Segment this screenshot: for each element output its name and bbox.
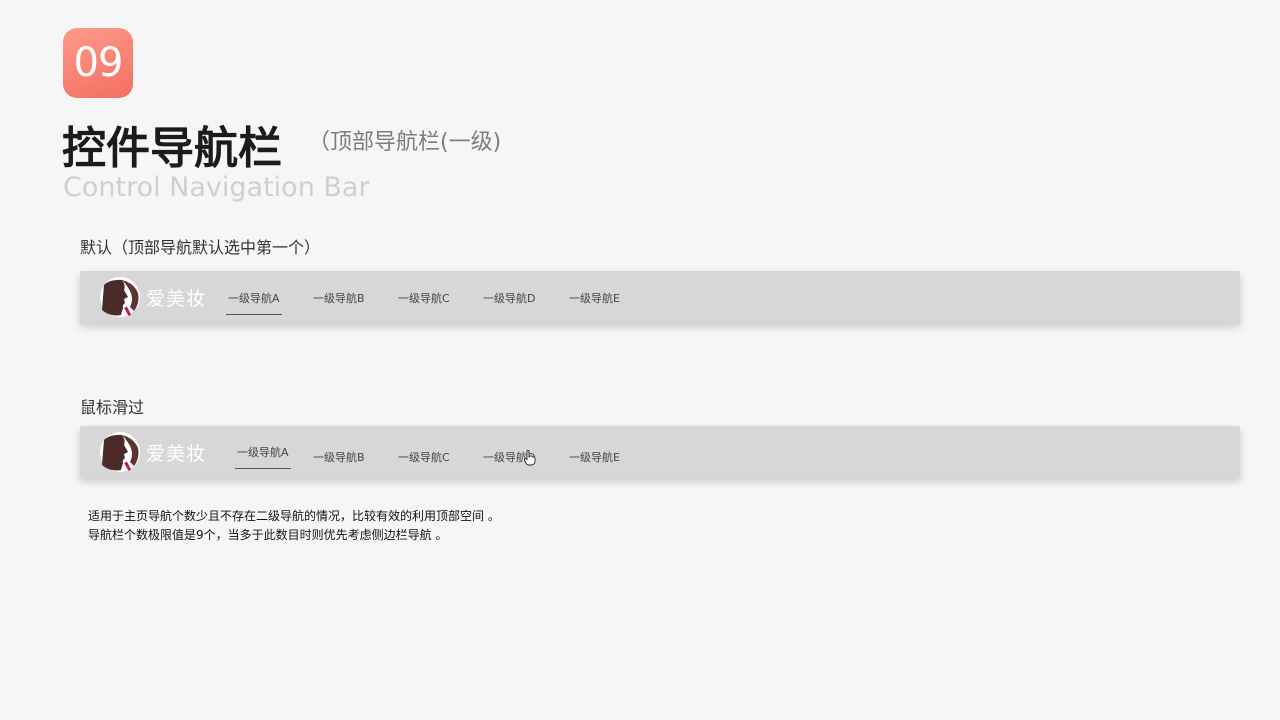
nav-item-a[interactable]: 一级导航A xyxy=(235,444,291,469)
nav-item-e[interactable]: 一级导航E xyxy=(569,290,620,306)
nav-item-a[interactable]: 一级导航A xyxy=(226,290,282,315)
nav-item-c[interactable]: 一级导航C xyxy=(398,290,450,306)
nav-item-b[interactable]: 一级导航B xyxy=(313,290,365,306)
hand-pointer-icon xyxy=(524,450,536,466)
top-navbar-hover: 爱美妆 一级导航A 一级导航B 一级导航C 一级导航D 一级导航E xyxy=(80,426,1240,478)
nav-item-b[interactable]: 一级导航B xyxy=(313,449,365,465)
page-title-english: Control Navigation Bar xyxy=(63,172,370,203)
brand-name: 爱美妆 xyxy=(146,288,207,310)
brand-name: 爱美妆 xyxy=(146,443,207,465)
nav-item-c[interactable]: 一级导航C xyxy=(398,449,450,465)
section-number-badge: 09 xyxy=(63,28,133,98)
section-label-hover: 鼠标滑过 xyxy=(80,398,145,417)
nav-item-d[interactable]: 一级导航D xyxy=(483,290,535,306)
section-label-default: 默认（顶部导航默认选中第一个） xyxy=(80,238,321,257)
woman-profile-lipstick-icon[interactable] xyxy=(100,432,140,472)
description-line-2: 导航栏个数极限值是9个，当多于此数目时则优先考虑侧边栏导航 。 xyxy=(88,528,448,542)
page-subtitle: （顶部导航栏(一级) xyxy=(308,130,502,155)
description-text: 适用于主页导航个数少且不存在二级导航的情况，比较有效的利用顶部空间 。 导航栏个… xyxy=(88,507,500,545)
woman-profile-lipstick-icon[interactable] xyxy=(100,277,140,317)
page-title: 控件导航栏 xyxy=(62,123,282,174)
top-navbar-default: 爱美妆 一级导航A 一级导航B 一级导航C 一级导航D 一级导航E xyxy=(80,271,1240,323)
nav-item-e[interactable]: 一级导航E xyxy=(569,449,620,465)
description-line-1: 适用于主页导航个数少且不存在二级导航的情况，比较有效的利用顶部空间 。 xyxy=(88,509,500,523)
